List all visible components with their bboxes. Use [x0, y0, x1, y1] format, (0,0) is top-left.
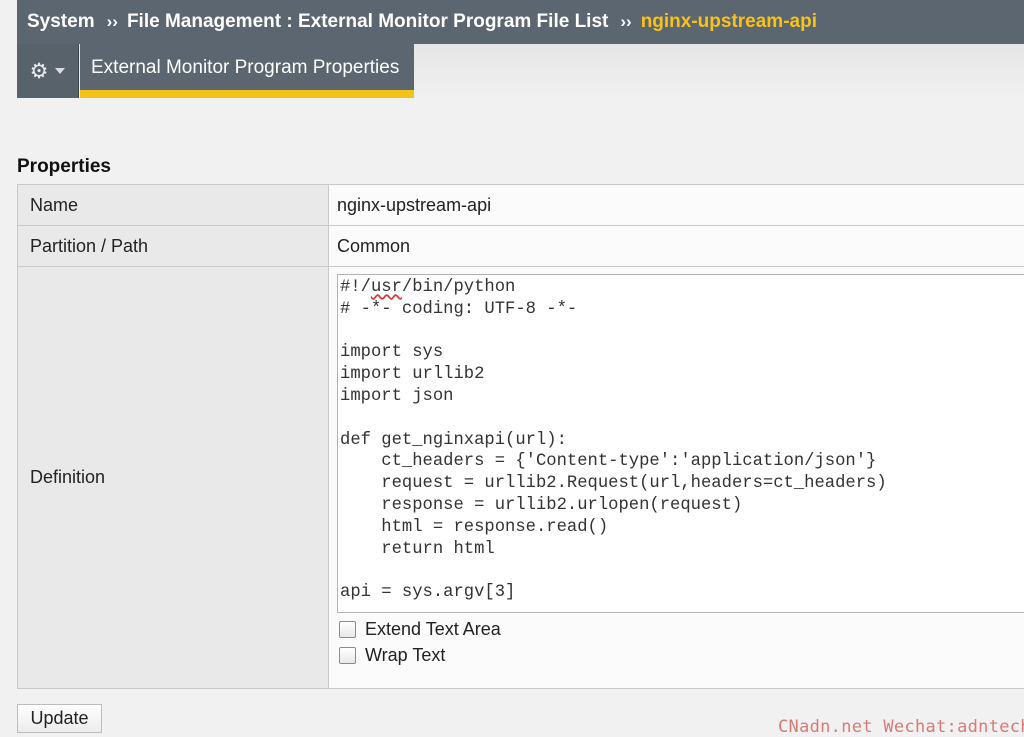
- extend-text-area-label: Extend Text Area: [365, 619, 501, 640]
- code-line: ct_headers = {'Content-type':'applicatio…: [340, 451, 1024, 473]
- wrap-text-checkbox[interactable]: [339, 647, 356, 664]
- breadcrumb: System ›› File Management : External Mon…: [17, 0, 1024, 44]
- code-line: [340, 321, 1024, 343]
- definition-cell: #!/usr/bin/python# -*- coding: UTF-8 -*-…: [329, 267, 1024, 689]
- table-row: Name nginx-upstream-api: [18, 185, 1024, 226]
- extend-text-area-option: Extend Text Area: [337, 619, 1024, 639]
- breadcrumb-file-list[interactable]: File Management : External Monitor Progr…: [127, 11, 608, 33]
- name-label: Name: [18, 185, 329, 226]
- tab-external-monitor-program-properties[interactable]: External Monitor Program Properties: [80, 44, 414, 98]
- code-line: response = urllib2.urlopen(request): [340, 495, 1024, 517]
- code-line: import sys: [340, 342, 1024, 364]
- properties-table: Name nginx-upstream-api Partition / Path…: [17, 184, 1024, 689]
- definition-textarea[interactable]: #!/usr/bin/python# -*- coding: UTF-8 -*-…: [337, 274, 1024, 613]
- code-line: import urllib2: [340, 364, 1024, 386]
- code-line: # -*- coding: UTF-8 -*-: [340, 299, 1024, 321]
- code-line: import json: [340, 386, 1024, 408]
- breadcrumb-current: nginx-upstream-api: [641, 11, 817, 33]
- table-row: Partition / Path Common: [18, 226, 1024, 267]
- code-line: return html: [340, 539, 1024, 561]
- breadcrumb-separator: ››: [620, 12, 631, 32]
- definition-label: Definition: [18, 267, 329, 689]
- code-line: html = response.read(): [340, 517, 1024, 539]
- code-line: #!/usr/bin/python: [340, 277, 1024, 299]
- table-row: Definition #!/usr/bin/python# -*- coding…: [18, 267, 1024, 689]
- breadcrumb-separator: ››: [107, 12, 118, 32]
- chevron-down-icon: [55, 68, 65, 74]
- code-line: [340, 560, 1024, 582]
- code-line: api = sys.argv[3]: [340, 582, 1024, 604]
- breadcrumb-system[interactable]: System: [27, 11, 95, 33]
- partition-label: Partition / Path: [18, 226, 329, 267]
- update-button[interactable]: Update: [17, 704, 102, 733]
- settings-menu-button[interactable]: ⚙: [17, 44, 79, 98]
- section-title: Properties: [17, 156, 111, 178]
- name-value: nginx-upstream-api: [329, 185, 1024, 226]
- wrap-text-label: Wrap Text: [365, 645, 445, 666]
- tab-bar: ⚙ External Monitor Program Properties: [17, 44, 1024, 98]
- code-line: [340, 408, 1024, 430]
- partition-value: Common: [329, 226, 1024, 267]
- watermark: CNadn.net Wechat:adntech: [778, 717, 1024, 737]
- code-line: def get_nginxapi(url):: [340, 430, 1024, 452]
- extend-text-area-checkbox[interactable]: [339, 621, 356, 638]
- wrap-text-option: Wrap Text: [337, 645, 1024, 665]
- code-line: request = urllib2.Request(url,headers=ct…: [340, 473, 1024, 495]
- gear-icon: ⚙: [30, 61, 49, 82]
